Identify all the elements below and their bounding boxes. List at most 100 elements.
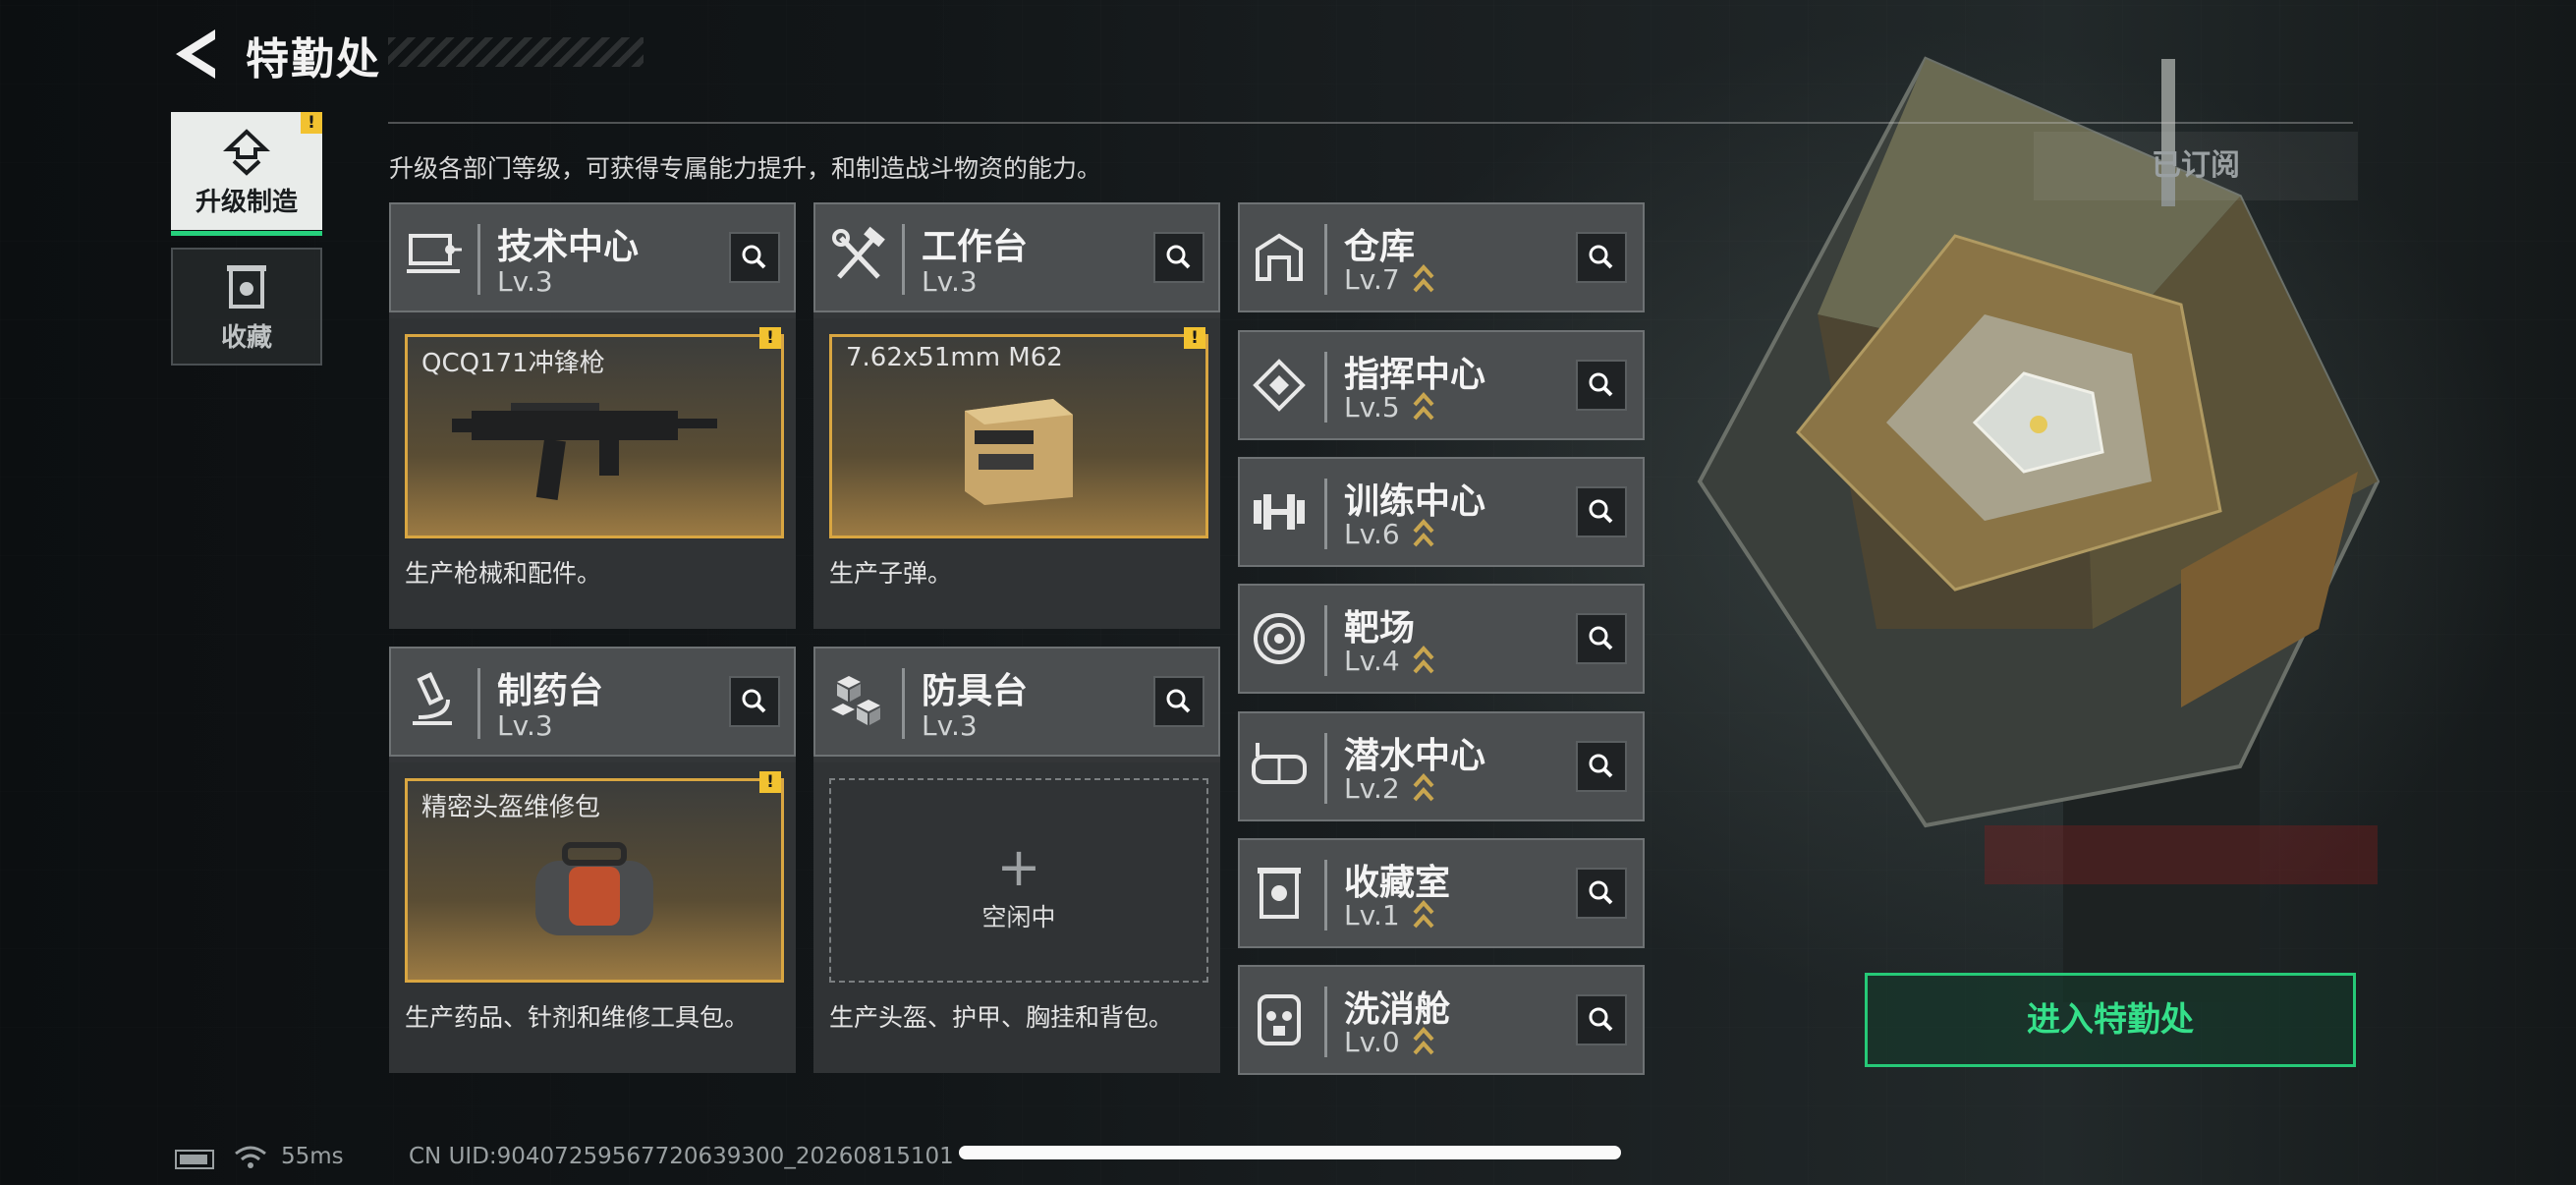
slot-item-name: 精密头盔维修包 [421, 793, 601, 822]
nav-label: 收藏 [220, 323, 272, 353]
facility-row-warehouse[interactable]: 仓库 Lv.7 [1238, 202, 1645, 312]
department-level: Lv.3 [497, 709, 553, 742]
card-header[interactable]: 制药台 Lv.3 [389, 647, 796, 757]
search-button[interactable] [1576, 741, 1627, 792]
search-button[interactable] [1576, 360, 1627, 411]
row-separator [1324, 987, 1327, 1057]
row-separator [1324, 733, 1327, 804]
user-uid: CN UID:90407259567720639300_20260815101 [409, 1144, 954, 1169]
search-icon [1589, 372, 1613, 397]
department-card-armor-bench: 防具台 Lv.3 + 空闲中 生产头盔、护甲、胸挂和背包。 [813, 647, 1220, 1073]
row-separator [1324, 352, 1327, 423]
department-name: 防具台 [922, 671, 1029, 711]
card-body: 精密头盔维修包 ! 生产药品、针剂和维修工具包。 [389, 762, 796, 1073]
department-level: Lv.3 [497, 265, 553, 298]
upgrade-icon [222, 129, 271, 176]
search-icon [1589, 1007, 1613, 1032]
facility-name: 仓库 [1344, 227, 1416, 267]
card-body: 7.62x51mm M62 ! 生产子弹。 [813, 318, 1220, 629]
tools-icon [832, 226, 885, 279]
subscribed-button[interactable]: 已订阅 [2034, 132, 2358, 200]
warning-badge: ! [759, 327, 781, 349]
warning-badge: ! [1184, 327, 1205, 349]
divider [388, 122, 2353, 124]
facility-name: 洗消舱 [1344, 989, 1451, 1030]
card-header[interactable]: 工作台 Lv.3 [813, 202, 1220, 312]
department-card-workbench: 工作台 Lv.3 7.62x51mm M62 ! 生产子弹。 [813, 202, 1220, 629]
facility-level: Lv.6 [1344, 518, 1400, 550]
department-card-pharmacy: 制药台 Lv.3 精密头盔维修包 ! 生产药品、针剂和维修工具包。 [389, 647, 796, 1073]
card-header[interactable]: 防具台 Lv.3 [813, 647, 1220, 757]
row-separator [1324, 479, 1327, 549]
slot-item-name: QCQ171冲锋枪 [421, 349, 605, 378]
production-slot[interactable]: QCQ171冲锋枪 ! [405, 327, 784, 538]
dumbbell-icon [1254, 494, 1305, 530]
hazmat-icon [1258, 994, 1301, 1045]
idle-slot[interactable]: + 空闲中 [829, 778, 1208, 983]
warehouse-icon [1256, 233, 1303, 281]
facility-level: Lv.0 [1344, 1026, 1400, 1058]
wifi-icon [235, 1146, 266, 1168]
slot-item-name: 7.62x51mm M62 [846, 343, 1063, 372]
back-arrow-icon[interactable] [172, 28, 219, 81]
production-slot[interactable]: 精密头盔维修包 ! [405, 771, 784, 983]
facility-level: Lv.4 [1344, 645, 1400, 677]
department-card-tech-center: 技术中心 Lv.3 QCQ171冲锋枪 ! 生产枪械和配件。 [389, 202, 796, 629]
cubes-icon [831, 676, 880, 725]
target-icon [1254, 613, 1305, 664]
title-decoration [388, 37, 644, 67]
warning-badge: ! [301, 112, 322, 134]
ammo-box-icon [965, 399, 1073, 505]
facility-row-training-center[interactable]: 训练中心 Lv.6 [1238, 457, 1645, 567]
upgrade-chevron-icon [1413, 900, 1434, 929]
circuit-board-icon [407, 234, 462, 273]
search-button[interactable] [729, 232, 780, 283]
header-separator [902, 668, 905, 739]
facility-row-collection-room[interactable]: 收藏室 Lv.1 [1238, 838, 1645, 948]
facility-row-diving-center[interactable]: 潜水中心 Lv.2 [1238, 711, 1645, 821]
facility-row-decontamination[interactable]: 洗消舱 Lv.0 [1238, 965, 1645, 1075]
upgrade-chevron-icon [1413, 1027, 1434, 1055]
facility-name: 指挥中心 [1344, 355, 1486, 395]
facility-row-command-center[interactable]: 指挥中心 Lv.5 [1238, 330, 1645, 440]
search-icon [1166, 689, 1191, 713]
search-button[interactable] [729, 676, 780, 727]
upgrade-chevron-icon [1413, 392, 1434, 421]
enter-special-ops-button[interactable]: 进入特勤处 [1865, 973, 2356, 1067]
upgrade-chevron-icon [1413, 264, 1434, 293]
search-button[interactable] [1576, 868, 1627, 919]
row-separator [1324, 605, 1327, 676]
card-body: + 空闲中 生产头盔、护甲、胸挂和背包。 [813, 762, 1220, 1073]
header-separator [902, 224, 905, 295]
search-icon [1166, 245, 1191, 269]
upgrade-chevron-icon [1413, 646, 1434, 674]
facility-row-shooting-range[interactable]: 靶场 Lv.4 [1238, 584, 1645, 694]
nav-collection[interactable]: 收藏 [171, 248, 322, 366]
production-slot[interactable]: 7.62x51mm M62 ! [829, 327, 1208, 538]
facility-name: 潜水中心 [1344, 736, 1486, 776]
idle-label: 空闲中 [981, 903, 1056, 931]
header-separator [477, 224, 480, 295]
department-name: 技术中心 [497, 227, 640, 267]
repair-kit-icon [535, 842, 653, 935]
search-icon [1589, 754, 1613, 778]
department-description: 生产药品、针剂和维修工具包。 [405, 1003, 750, 1032]
facility-level: Lv.1 [1344, 899, 1400, 931]
header-separator [477, 668, 480, 739]
search-button[interactable] [1576, 232, 1627, 283]
card-header[interactable]: 技术中心 Lv.3 [389, 202, 796, 312]
facility-level: Lv.7 [1344, 263, 1400, 296]
department-name: 工作台 [922, 227, 1029, 267]
search-button[interactable] [1576, 486, 1627, 537]
card-body: QCQ171冲锋枪 ! 生产枪械和配件。 [389, 318, 796, 629]
trophy-case-icon [1258, 868, 1301, 919]
search-button[interactable] [1576, 994, 1627, 1045]
page-title: 特勤处 [246, 34, 381, 85]
smg-icon [452, 403, 717, 500]
search-button[interactable] [1153, 232, 1204, 283]
search-button[interactable] [1576, 613, 1627, 664]
nav-upgrade-manufacture[interactable]: 升级制造 ! [171, 112, 322, 236]
home-indicator [959, 1146, 1621, 1159]
network-ping: 55ms [281, 1144, 344, 1169]
search-button[interactable] [1153, 676, 1204, 727]
